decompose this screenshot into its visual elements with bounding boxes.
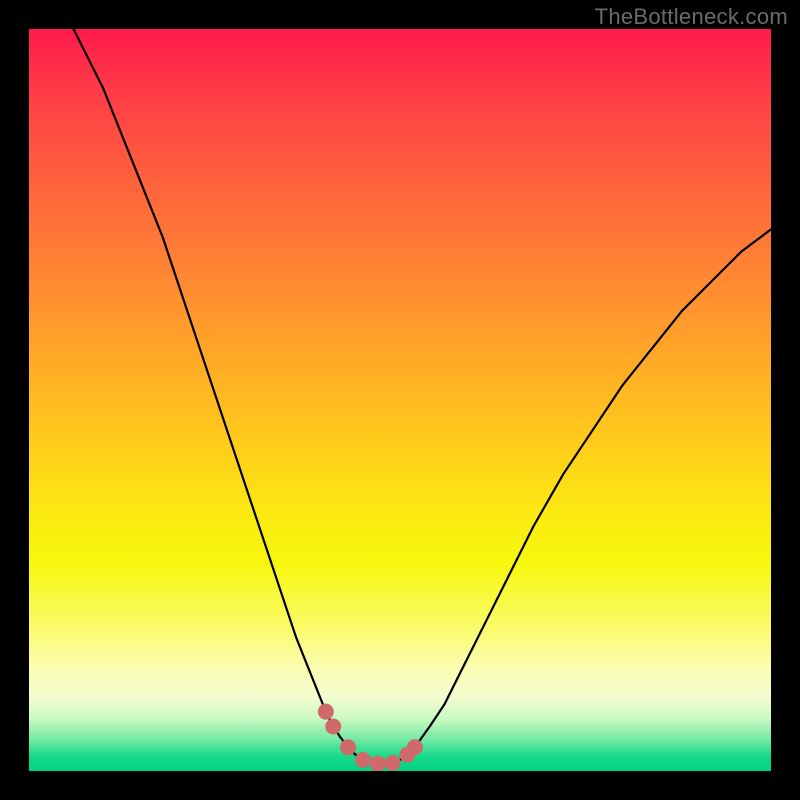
chart-frame: TheBottleneck.com <box>0 0 800 800</box>
curve-marker <box>340 739 356 755</box>
curve-marker <box>325 718 341 734</box>
plot-area <box>29 29 771 771</box>
curve-marker <box>318 704 334 720</box>
chart-svg <box>29 29 771 771</box>
curve-marker <box>355 752 371 768</box>
watermark-text: TheBottleneck.com <box>595 4 788 30</box>
curve-marker <box>385 755 401 771</box>
curve-marker <box>370 756 386 771</box>
curve-marker <box>407 739 423 755</box>
marker-group <box>318 704 423 771</box>
bottleneck-curve <box>74 29 771 764</box>
